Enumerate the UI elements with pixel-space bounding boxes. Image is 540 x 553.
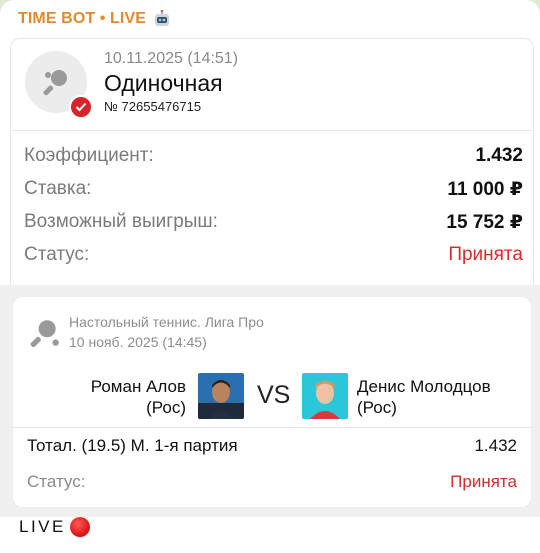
row-label: Возможный выигрыш: xyxy=(24,211,218,232)
event-league: Настольный теннис. Лига Про xyxy=(69,314,264,330)
table-tennis-icon xyxy=(43,70,67,96)
team-right: Денис Молодцов (Рос) xyxy=(357,376,491,418)
check-badge-icon xyxy=(69,95,93,119)
footer-text: LIVE xyxy=(19,517,66,536)
divider xyxy=(11,130,533,131)
row-label: Коэффициент: xyxy=(24,145,154,166)
vs-label: VS xyxy=(257,381,291,409)
row-label: Статус: xyxy=(24,244,90,265)
event-status-label: Статус: xyxy=(27,472,86,491)
row-stake: Ставка: 11 000 ₽ xyxy=(24,175,523,203)
bet-card: 10.11.2025 (14:51) Одиночная № 726554767… xyxy=(10,38,534,286)
robot-icon xyxy=(155,9,169,26)
divider xyxy=(13,427,531,428)
sender-label: TIME BOT • LIVE xyxy=(18,10,146,27)
bet-type: Одиночная xyxy=(104,70,223,96)
bet-avatar xyxy=(25,51,93,119)
market-odds: 1.432 xyxy=(474,436,517,455)
team-right-name: Денис Молодцов xyxy=(357,377,491,396)
event-card[interactable]: Настольный теннис. Лига Про 10 нояб. 202… xyxy=(13,297,531,507)
row-status: Статус: Принята xyxy=(24,241,523,269)
bet-datetime: 10.11.2025 (14:51) xyxy=(104,50,239,67)
red-circle-icon xyxy=(69,517,90,537)
status-value: Принята xyxy=(448,244,523,265)
row-possible-win: Возможный выигрыш: 15 752 ₽ xyxy=(24,208,523,236)
team-left-name: Роман Алов xyxy=(90,377,186,396)
event-status-row: Статус: Принята xyxy=(27,472,517,492)
event-date: 10 нояб. 2025 (14:45) xyxy=(69,334,207,350)
message-bubble: TIME BOT • LIVE 10.11.2025 (14:51) Одино… xyxy=(0,0,540,553)
bet-number: № 72655476715 xyxy=(104,99,202,114)
row-value: 11 000 ₽ xyxy=(447,178,523,200)
team-left: Роман Алов (Рос) xyxy=(91,376,186,418)
event-status-value: Принята xyxy=(450,472,517,491)
footer-caption: LIVE xyxy=(19,517,90,537)
player-photo-right xyxy=(302,373,348,419)
row-coefficient: Коэффициент: 1.432 xyxy=(24,142,523,170)
player-photo-left xyxy=(198,373,244,419)
team-right-country: (Рос) xyxy=(357,398,397,417)
row-label: Ставка: xyxy=(24,178,92,199)
row-value: 1.432 xyxy=(475,145,523,166)
row-value: 15 752 ₽ xyxy=(446,211,523,233)
market-name: Тотал. (19.5) М. 1-я партия xyxy=(27,436,238,455)
market-row: Тотал. (19.5) М. 1-я партия 1.432 xyxy=(27,436,517,456)
table-tennis-icon xyxy=(30,320,59,348)
sender-name[interactable]: TIME BOT • LIVE xyxy=(18,9,172,29)
team-left-country: (Рос) xyxy=(146,398,186,417)
